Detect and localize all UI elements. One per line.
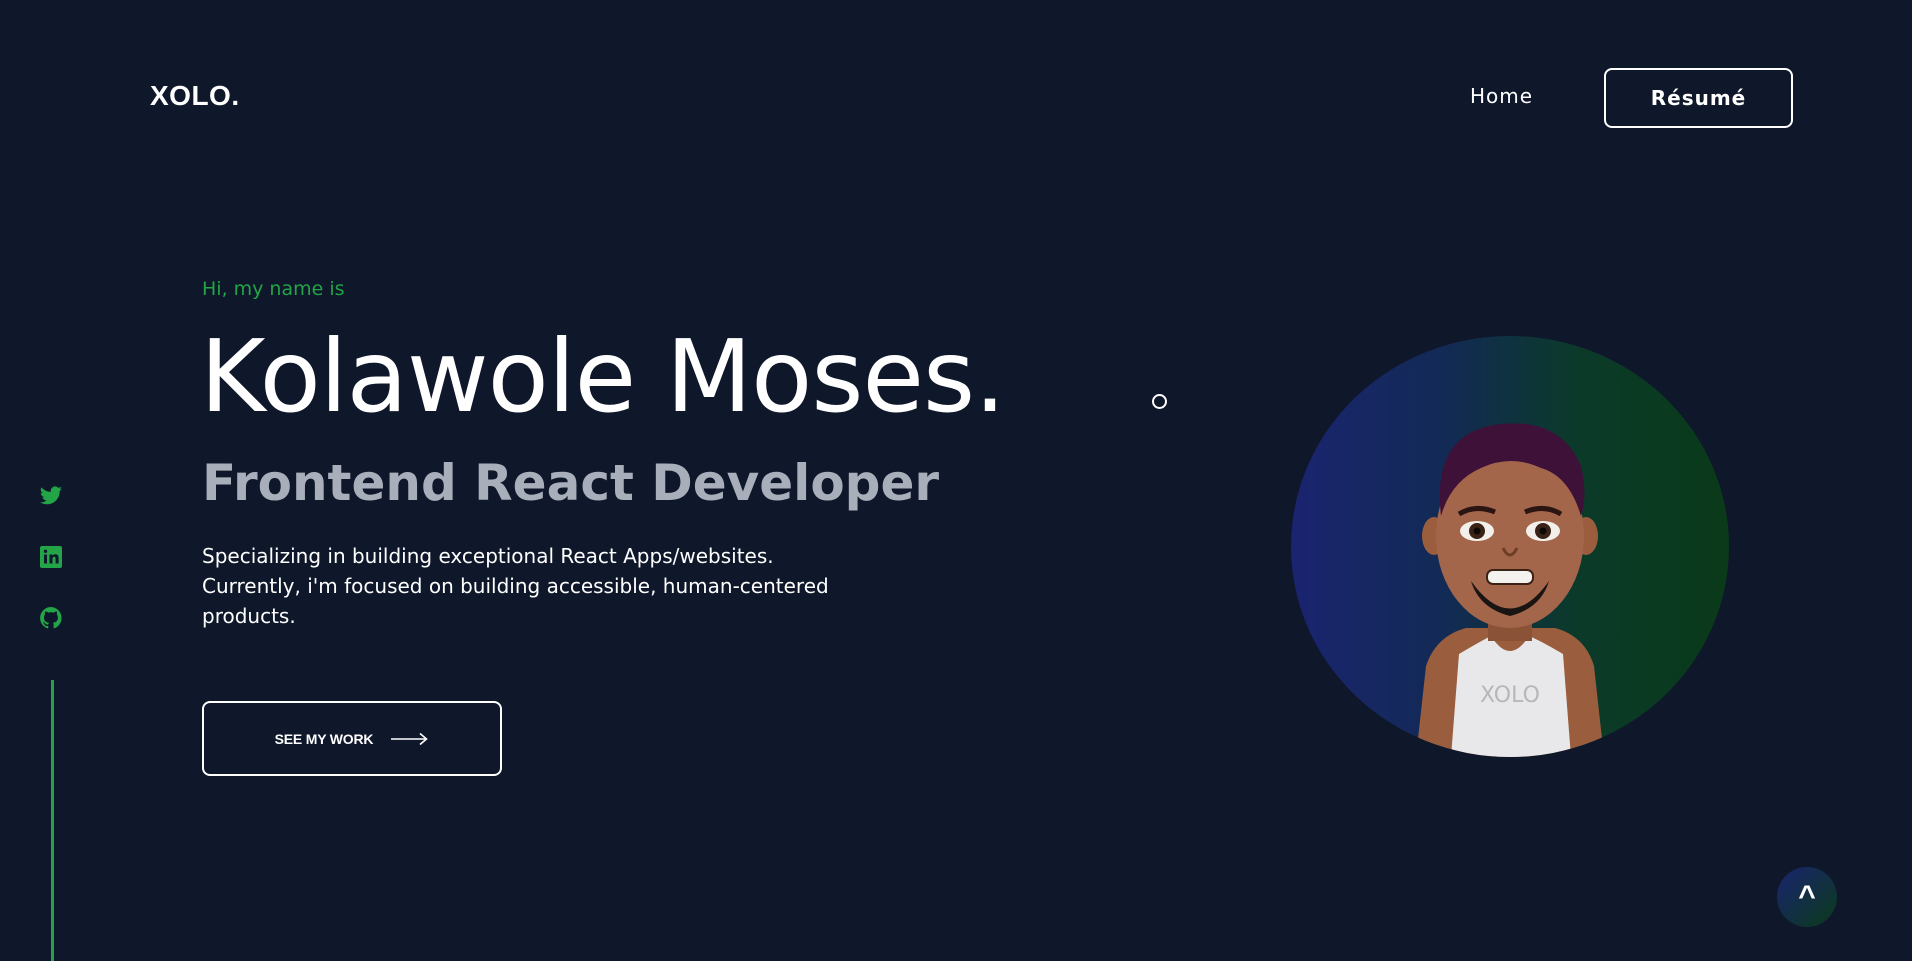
hero-greeting: Hi, my name is (202, 278, 345, 300)
twitter-icon[interactable] (38, 484, 64, 508)
scroll-to-top-button[interactable]: ^ (1777, 867, 1837, 927)
avatar-shirt-text: XOLO (1480, 683, 1540, 708)
see-my-work-label: SEE MY WORK (274, 730, 374, 747)
resume-button[interactable]: Résumé (1604, 68, 1793, 128)
github-icon[interactable] (38, 606, 64, 630)
arrow-right-icon (391, 732, 429, 745)
portfolio-page: XOLO. Home Résumé Hi, my name is Kolawol… (0, 0, 1912, 961)
linkedin-icon[interactable] (38, 545, 64, 569)
avatar-illustration: XOLO (1416, 423, 1604, 757)
see-my-work-button[interactable]: SEE MY WORK (202, 701, 502, 776)
social-links (38, 484, 64, 630)
nav-home-link[interactable]: Home (1470, 84, 1533, 108)
logo[interactable]: XOLO. (150, 80, 240, 112)
hero-description: Specializing in building exceptional Rea… (202, 544, 829, 628)
avatar: XOLO (1291, 336, 1729, 757)
social-divider-line (51, 680, 54, 961)
hero-role: Frontend React Developer (202, 454, 940, 512)
cursor-ring (1152, 394, 1167, 409)
hero-name: Kolawole Moses. (200, 318, 1006, 435)
